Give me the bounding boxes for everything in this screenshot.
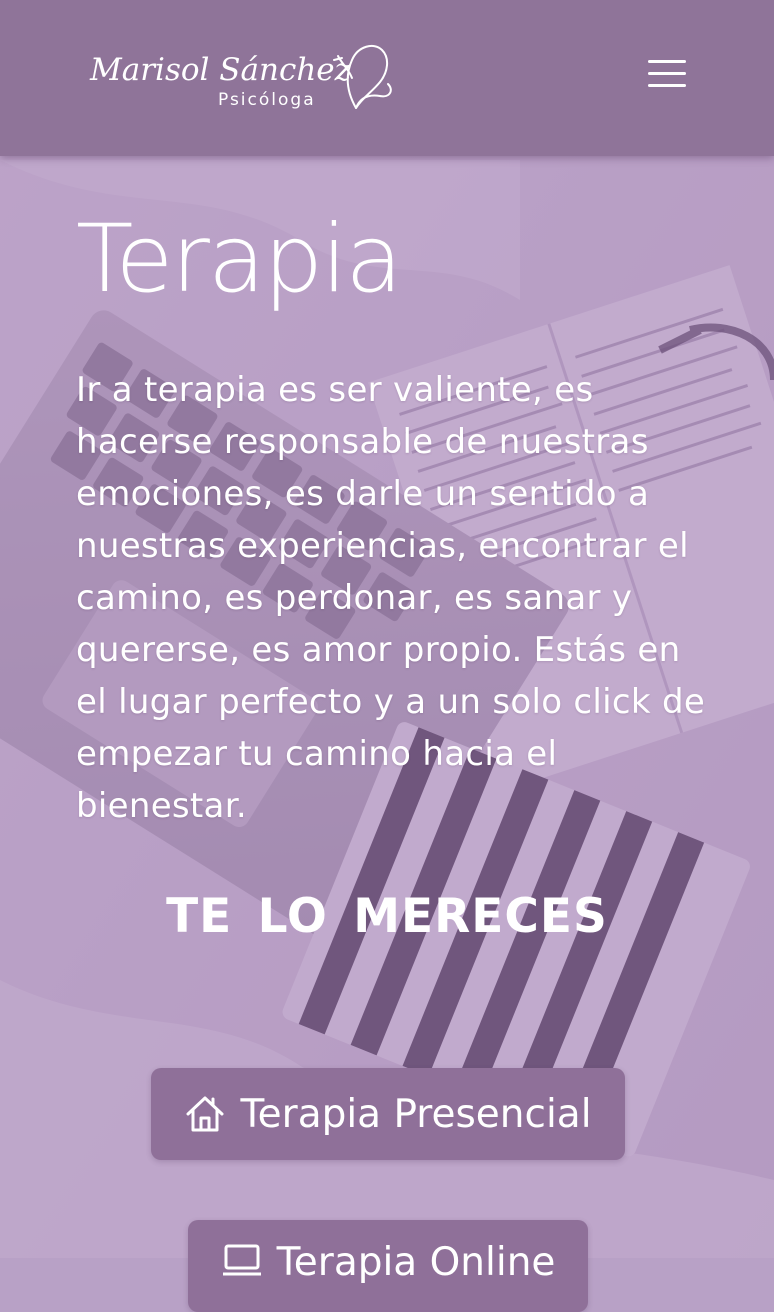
hero-section: Terapia Ir a terapia es ser valiente, es… [0, 0, 774, 1312]
heart-logo-icon [333, 44, 392, 109]
site-logo[interactable]: Marisol Sánchez Psicóloga [90, 38, 410, 118]
logo-name: Marisol Sánchez [90, 52, 351, 88]
site-header: Marisol Sánchez Psicóloga [0, 0, 774, 156]
intro-paragraph: Ir a terapia es ser valiente, es hacerse… [76, 370, 706, 826]
terapia-presencial-button[interactable]: Terapia Presencial [151, 1068, 625, 1160]
menu-bar [648, 84, 686, 87]
home-icon [186, 1096, 224, 1132]
terapia-online-label: Terapia Online [276, 1240, 556, 1285]
menu-bar [648, 60, 686, 63]
terapia-online-button[interactable]: Terapia Online [188, 1220, 588, 1312]
terapia-presencial-label: Terapia Presencial [240, 1091, 592, 1137]
laptop-icon [222, 1244, 261, 1276]
menu-bar [648, 72, 686, 75]
hamburger-menu-icon[interactable] [646, 56, 690, 92]
logo-subtitle: Psicóloga [218, 90, 316, 110]
page-title: Terapia [76, 205, 403, 314]
tagline: TE LO MERECES [166, 889, 608, 944]
